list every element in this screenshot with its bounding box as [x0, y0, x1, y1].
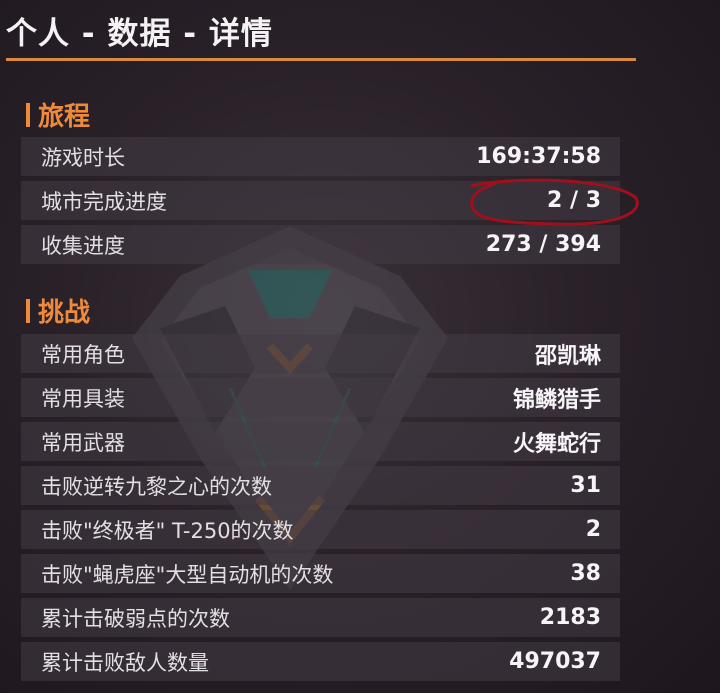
stat-row-weakpoint-breaks: 累计击破弱点的次数 2183: [21, 598, 620, 637]
stat-value: 497037: [509, 649, 601, 674]
stat-row-playtime: 游戏时长 169:37:58: [21, 137, 620, 176]
stat-value: 273 / 394: [485, 232, 601, 257]
stat-value: 火舞蛇行: [512, 431, 601, 457]
section-challenge: 挑战: [26, 292, 90, 329]
section-challenge-heading: 挑战: [38, 298, 91, 328]
stat-label: 击败逆转九黎之心的次数: [41, 474, 272, 499]
stat-value: 2183: [539, 605, 601, 630]
stat-row-boss-kills-2: 击败"终极者" T-250的次数 2: [21, 510, 620, 549]
page-title: 个人 - 数据 - 详情: [6, 16, 273, 52]
section-bar: [26, 298, 30, 323]
title-divider: [6, 58, 636, 61]
section-journey: 旅程: [26, 96, 90, 133]
stat-value: 2: [585, 517, 601, 542]
stat-label: 击败"蝇虎座"大型自动机的次数: [41, 562, 334, 587]
stat-row-collection-progress: 收集进度 273 / 394: [21, 225, 620, 264]
stat-label: 累计击破弱点的次数: [41, 606, 230, 631]
section-bar: [26, 102, 30, 127]
stat-label: 常用武器: [41, 430, 125, 455]
stat-label: 累计击败敌人数量: [41, 650, 209, 675]
stat-value: 38: [570, 561, 601, 586]
stat-label: 击败"终极者" T-250的次数: [41, 518, 294, 543]
stat-label: 城市完成进度: [41, 189, 167, 214]
stat-row-boss-kills-3: 击败"蝇虎座"大型自动机的次数 38: [21, 554, 620, 593]
stat-row-enemies-defeated: 累计击败敌人数量 497037: [21, 642, 620, 681]
stat-row-frequent-gear: 常用具装 锦鳞猎手: [21, 378, 620, 417]
stat-label: 游戏时长: [41, 145, 125, 170]
stat-value: 锦鳞猎手: [512, 387, 601, 413]
stat-row-frequent-weapon: 常用武器 火舞蛇行: [21, 422, 620, 461]
stat-value: 邵凯琳: [534, 343, 601, 369]
stat-row-frequent-character: 常用角色 邵凯琳: [21, 334, 620, 373]
stat-label: 常用具装: [41, 386, 125, 411]
stat-value: 169:37:58: [476, 144, 601, 169]
section-journey-heading: 旅程: [38, 102, 91, 132]
stat-label: 收集进度: [41, 233, 125, 258]
highlight-circle-annotation: [470, 178, 639, 226]
stat-label: 常用角色: [41, 342, 125, 367]
stat-row-boss-kills-1: 击败逆转九黎之心的次数 31: [21, 466, 620, 505]
stat-value: 31: [570, 473, 601, 498]
